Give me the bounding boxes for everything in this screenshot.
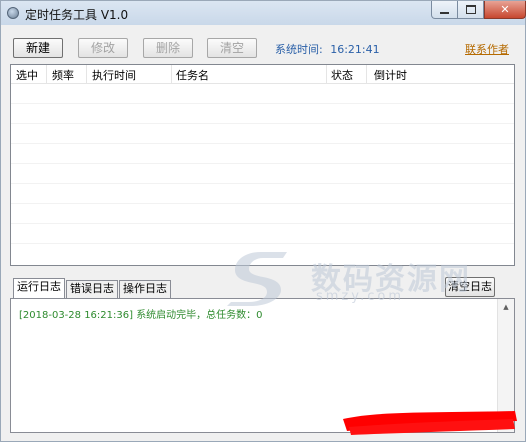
column-header[interactable]: 频率 bbox=[52, 67, 74, 83]
scroll-up-icon[interactable]: ▲ bbox=[498, 299, 514, 315]
column-header[interactable]: 任务名 bbox=[176, 67, 209, 83]
tab-run-log[interactable]: 运行日志 bbox=[13, 278, 65, 298]
tab-error-log[interactable]: 错误日志 bbox=[66, 280, 118, 298]
app-icon bbox=[7, 7, 19, 19]
new-button[interactable]: 新建 bbox=[13, 38, 63, 58]
column-divider[interactable] bbox=[171, 65, 172, 83]
grid-line bbox=[11, 103, 514, 104]
task-grid-header: 选中 频率 执行时间 任务名 状态 倒计时 bbox=[11, 65, 514, 84]
grid-line bbox=[11, 143, 514, 144]
system-time: 系统时间: 16:21:41 bbox=[275, 41, 380, 57]
maximize-icon bbox=[465, 5, 476, 14]
grid-line bbox=[11, 183, 514, 184]
edit-button[interactable]: 修改 bbox=[78, 38, 128, 58]
minimize-icon bbox=[440, 11, 449, 14]
minimize-button[interactable] bbox=[431, 1, 458, 19]
title-bar[interactable]: 定时任务工具 V1.0 ✕ bbox=[1, 1, 526, 25]
watermark-logo-icon bbox=[227, 252, 287, 306]
window-title: 定时任务工具 V1.0 bbox=[25, 8, 129, 22]
tab-operation-log[interactable]: 操作日志 bbox=[119, 280, 171, 298]
column-header[interactable]: 选中 bbox=[16, 67, 38, 83]
task-grid[interactable]: 选中 频率 执行时间 任务名 状态 倒计时 bbox=[10, 64, 515, 266]
column-header[interactable]: 状态 bbox=[331, 67, 353, 83]
main-window: 定时任务工具 V1.0 ✕ 新建 修改 删除 清空 系统时间: 16:21:41… bbox=[0, 0, 526, 442]
watermark-url: smzy.com bbox=[316, 289, 404, 304]
grid-line bbox=[11, 123, 514, 124]
grid-line bbox=[11, 163, 514, 164]
log-line: [2018-03-28 16:21:36] 系统启动完毕，总任务数：0 bbox=[19, 310, 263, 321]
close-button[interactable]: ✕ bbox=[484, 1, 526, 19]
grid-line bbox=[11, 223, 514, 224]
contact-author-link[interactable]: 联系作者 bbox=[465, 41, 509, 57]
column-header[interactable]: 倒计时 bbox=[374, 67, 407, 83]
grid-line bbox=[11, 243, 514, 244]
column-divider[interactable] bbox=[366, 65, 367, 83]
column-divider[interactable] bbox=[86, 65, 87, 83]
redaction-scribble bbox=[343, 411, 517, 435]
delete-button[interactable]: 删除 bbox=[143, 38, 193, 58]
column-divider[interactable] bbox=[46, 65, 47, 83]
system-time-value: 16:21:41 bbox=[330, 43, 380, 56]
system-time-label: 系统时间: bbox=[275, 43, 323, 56]
maximize-button[interactable] bbox=[458, 1, 484, 19]
clear-button[interactable]: 清空 bbox=[207, 38, 257, 58]
close-icon: ✕ bbox=[500, 3, 510, 16]
column-header[interactable]: 执行时间 bbox=[92, 67, 136, 83]
column-divider[interactable] bbox=[326, 65, 327, 83]
grid-line bbox=[11, 203, 514, 204]
